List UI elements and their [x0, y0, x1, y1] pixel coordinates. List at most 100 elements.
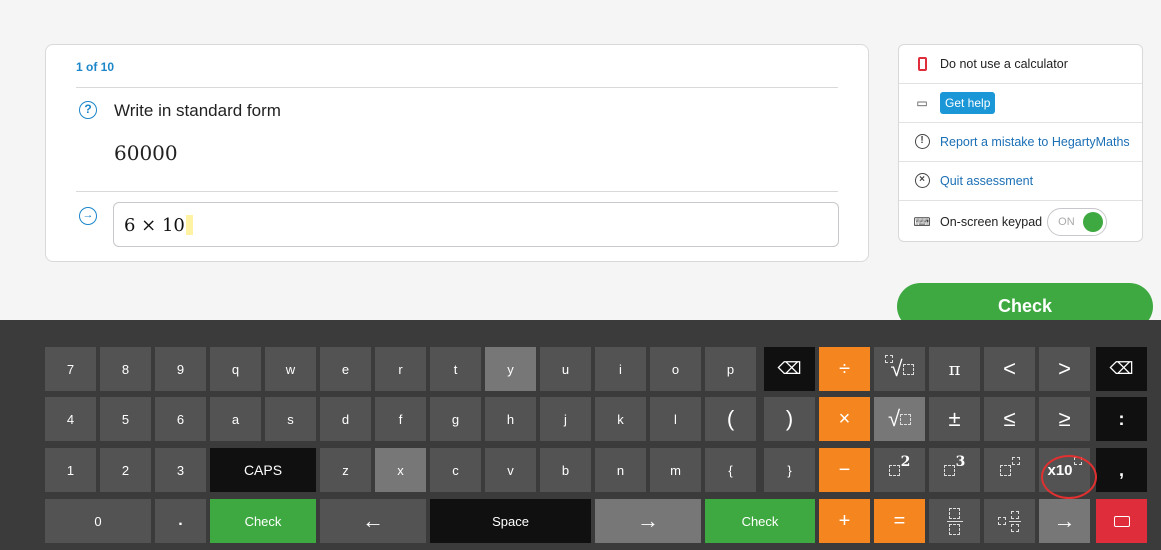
calculator-notice-row: Do not use a calculator — [899, 45, 1142, 83]
key-fraction[interactable] — [929, 499, 980, 543]
caps-key[interactable]: CAPS — [210, 448, 316, 492]
key-n[interactable]: n — [595, 448, 646, 492]
key-j[interactable]: j — [540, 397, 591, 441]
key-r[interactable]: r — [375, 347, 426, 391]
key-b[interactable]: b — [540, 448, 591, 492]
answer-arrow-icon: → — [79, 207, 97, 225]
question-help-icon[interactable]: ? — [79, 101, 97, 119]
answer-input[interactable]: 6 × 10 — [113, 202, 839, 247]
key-t[interactable]: t — [430, 347, 481, 391]
close-circle-icon: × — [913, 172, 931, 190]
key-s[interactable]: s — [265, 397, 316, 441]
side-panel: Do not use a calculator ▭ Get help ! Rep… — [898, 44, 1143, 242]
backspace-key[interactable]: ⌫ — [764, 347, 815, 391]
key-5[interactable]: 5 — [100, 397, 151, 441]
question-counter: 1 of 10 — [76, 60, 115, 74]
key-x[interactable]: x — [375, 448, 426, 492]
key-p[interactable]: p — [705, 347, 756, 391]
key-right-arrow[interactable]: → — [595, 499, 701, 543]
divider — [76, 191, 838, 192]
key-f[interactable]: f — [375, 397, 426, 441]
question-value: 60000 — [114, 141, 178, 165]
key-next-arrow[interactable]: → — [1039, 499, 1090, 543]
key-z[interactable]: z — [320, 448, 371, 492]
key-3[interactable]: 3 — [155, 448, 206, 492]
key-m[interactable]: m — [650, 448, 701, 492]
key-plus[interactable]: + — [819, 499, 870, 543]
video-icon: ▭ — [916, 95, 928, 110]
key-equals[interactable]: = — [874, 499, 925, 543]
key-multiply[interactable]: × — [819, 397, 870, 441]
keypad-row: ⌨ On-screen keypad ON — [899, 200, 1142, 242]
key-d[interactable]: d — [320, 397, 371, 441]
key-a[interactable]: a — [210, 397, 261, 441]
key-greater-equal[interactable]: ≥ — [1039, 397, 1090, 441]
key-greater-than[interactable]: > — [1039, 347, 1090, 391]
keyboard-check-button-2[interactable]: Check — [705, 499, 815, 543]
key-k[interactable]: k — [595, 397, 646, 441]
key-6[interactable]: 6 — [155, 397, 206, 441]
key-o[interactable]: o — [650, 347, 701, 391]
key-7[interactable]: 7 — [45, 347, 96, 391]
key-plus-minus[interactable]: ± — [929, 397, 980, 441]
key-8[interactable]: 8 — [100, 347, 151, 391]
get-help-button[interactable]: Get help — [940, 91, 996, 114]
key-colon[interactable]: : — [1096, 397, 1147, 441]
key-square-root[interactable]: √ — [874, 397, 925, 441]
key-divide[interactable]: ÷ — [819, 347, 870, 391]
key-mixed-fraction[interactable] — [984, 499, 1035, 543]
key-cubed[interactable]: 3 — [929, 448, 980, 492]
key-close-paren[interactable]: ) — [764, 397, 815, 441]
key-e[interactable]: e — [320, 347, 371, 391]
keyboard-icon: ⌨ — [913, 214, 931, 229]
key-less-equal[interactable]: ≤ — [984, 397, 1035, 441]
quit-assessment-link[interactable]: Quit assessment — [940, 174, 1033, 188]
quit-row[interactable]: × Quit assessment — [899, 161, 1142, 199]
key-decimal[interactable]: . — [155, 499, 206, 543]
key-close-brace[interactable]: } — [764, 448, 815, 492]
question-title: Write in standard form — [114, 101, 281, 120]
key-nth-root[interactable]: √ — [874, 347, 925, 391]
key-less-than[interactable]: < — [984, 347, 1035, 391]
key-0[interactable]: 0 — [45, 499, 151, 543]
key-power[interactable] — [984, 448, 1035, 492]
keyboard-check-button[interactable]: Check — [210, 499, 316, 543]
key-v[interactable]: v — [485, 448, 536, 492]
key-g[interactable]: g — [430, 397, 481, 441]
divider — [76, 87, 838, 88]
key-w[interactable]: w — [265, 347, 316, 391]
key-4[interactable]: 4 — [45, 397, 96, 441]
key-y[interactable]: y — [485, 347, 536, 391]
key-c[interactable]: c — [430, 448, 481, 492]
key-open-brace[interactable]: { — [705, 448, 756, 492]
calculator-icon — [913, 55, 931, 73]
key-minus[interactable]: − — [819, 448, 870, 492]
key-q[interactable]: q — [210, 347, 261, 391]
key-i[interactable]: i — [595, 347, 646, 391]
key-9[interactable]: 9 — [155, 347, 206, 391]
calculator-notice: Do not use a calculator — [940, 57, 1068, 71]
key-comma[interactable]: , — [1096, 448, 1147, 492]
get-help-row: ▭ Get help — [899, 83, 1142, 121]
hide-keyboard-icon[interactable] — [1096, 499, 1147, 543]
key-l[interactable]: l — [650, 397, 701, 441]
key-1[interactable]: 1 — [45, 448, 96, 492]
cursor-caret — [185, 215, 193, 235]
space-key[interactable]: Space — [430, 499, 591, 543]
key-u[interactable]: u — [540, 347, 591, 391]
answer-value: 6 × 10 — [124, 215, 185, 236]
backspace-key-right[interactable]: ⌫ — [1096, 347, 1147, 391]
key-pi[interactable]: π — [929, 347, 980, 391]
key-2[interactable]: 2 — [100, 448, 151, 492]
key-h[interactable]: h — [485, 397, 536, 441]
key-left-arrow[interactable]: ← — [320, 499, 426, 543]
keypad-toggle[interactable]: ON — [1047, 207, 1108, 236]
key-times-ten-power[interactable]: x10 — [1039, 448, 1090, 492]
report-mistake-link[interactable]: Report a mistake to HegartyMaths — [940, 135, 1130, 149]
question-card: 1 of 10 ? Write in standard form 60000 →… — [45, 44, 869, 262]
alert-icon: ! — [913, 133, 931, 151]
report-row[interactable]: ! Report a mistake to HegartyMaths — [899, 122, 1142, 160]
key-squared[interactable]: 2 — [874, 448, 925, 492]
keypad-label: On-screen keypad — [940, 214, 1043, 229]
key-open-paren[interactable]: ( — [705, 397, 756, 441]
